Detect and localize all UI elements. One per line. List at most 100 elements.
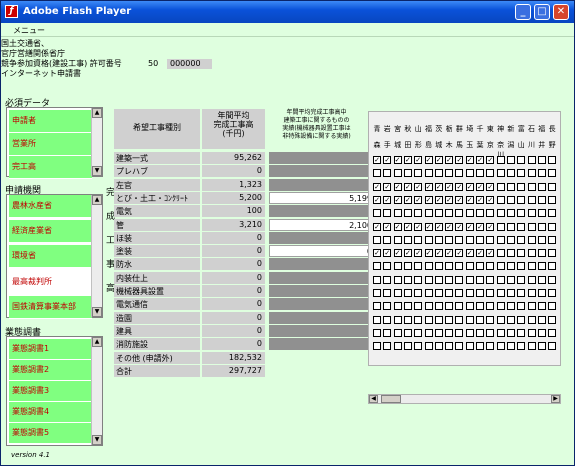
prefecture-checkbox[interactable] bbox=[455, 235, 464, 244]
prefecture-checkbox[interactable] bbox=[373, 342, 381, 351]
prefecture-checkbox[interactable] bbox=[424, 209, 433, 218]
prefecture-checkbox[interactable]: ✓ bbox=[486, 156, 495, 164]
prefecture-checkbox[interactable] bbox=[403, 302, 412, 311]
prefecture-checkbox[interactable] bbox=[424, 262, 433, 271]
prefecture-checkbox[interactable] bbox=[496, 169, 505, 178]
scroll-right-icon[interactable]: ▶ bbox=[551, 395, 560, 403]
prefecture-checkbox[interactable] bbox=[496, 262, 505, 271]
prefecture-checkbox[interactable] bbox=[517, 262, 526, 271]
prefecture-checkbox[interactable] bbox=[517, 195, 526, 204]
prefecture-checkbox[interactable] bbox=[383, 275, 392, 284]
prefecture-checkbox[interactable] bbox=[506, 156, 515, 164]
prefecture-checkbox[interactable] bbox=[424, 342, 433, 351]
prefecture-checkbox[interactable]: ✓ bbox=[434, 222, 443, 231]
prefecture-checkbox[interactable] bbox=[506, 182, 515, 191]
prefecture-checkbox[interactable]: ✓ bbox=[383, 195, 392, 204]
prefecture-checkbox[interactable] bbox=[527, 275, 536, 284]
prefecture-checkbox[interactable] bbox=[486, 315, 495, 324]
survey-item[interactable]: 業態調書2 bbox=[9, 360, 92, 381]
prefecture-checkbox[interactable] bbox=[465, 289, 474, 297]
prefecture-checkbox[interactable] bbox=[527, 195, 536, 204]
prefecture-checkbox[interactable] bbox=[393, 169, 402, 178]
prefecture-checkbox[interactable] bbox=[548, 302, 557, 311]
prefecture-checkbox[interactable]: ✓ bbox=[476, 182, 484, 191]
prefecture-checkbox[interactable] bbox=[527, 342, 536, 351]
prefecture-checkbox[interactable]: ✓ bbox=[383, 156, 392, 164]
prefecture-checkbox[interactable] bbox=[373, 235, 381, 244]
scroll-down-icon[interactable]: ▼ bbox=[92, 166, 102, 176]
prefecture-checkbox[interactable] bbox=[527, 289, 536, 297]
prefecture-checkbox[interactable] bbox=[393, 328, 402, 337]
prefecture-checkbox[interactable] bbox=[517, 315, 526, 324]
prefecture-checkbox[interactable] bbox=[434, 209, 443, 218]
prefecture-checkbox[interactable] bbox=[486, 262, 495, 271]
survey-item[interactable]: 業態調書3 bbox=[9, 381, 92, 402]
prefecture-checkbox[interactable] bbox=[506, 262, 515, 271]
prefecture-checkbox[interactable] bbox=[476, 275, 484, 284]
prefecture-checkbox[interactable] bbox=[506, 222, 515, 231]
prefecture-checkbox[interactable] bbox=[548, 195, 557, 204]
prefecture-checkbox[interactable] bbox=[455, 275, 464, 284]
prefecture-checkbox[interactable] bbox=[506, 249, 515, 258]
prefecture-checkbox[interactable] bbox=[548, 235, 557, 244]
prefecture-checkbox[interactable]: ✓ bbox=[383, 249, 392, 258]
prefecture-checkbox[interactable] bbox=[383, 328, 392, 337]
prefecture-checkbox[interactable] bbox=[455, 342, 464, 351]
prefecture-checkbox[interactable]: ✓ bbox=[445, 195, 454, 204]
prefecture-checkbox[interactable] bbox=[414, 209, 423, 218]
prefecture-checkbox[interactable] bbox=[465, 302, 474, 311]
prefecture-checkbox[interactable] bbox=[465, 262, 474, 271]
survey-item[interactable]: 業態調書4 bbox=[9, 402, 92, 423]
prefecture-checkbox[interactable] bbox=[486, 289, 495, 297]
prefecture-checkbox[interactable] bbox=[537, 222, 546, 231]
agency-item[interactable]: 国鉄清算事業本部 bbox=[9, 296, 92, 319]
prefecture-checkbox[interactable] bbox=[383, 235, 392, 244]
prefecture-checkbox[interactable] bbox=[517, 235, 526, 244]
prefecture-checkbox[interactable] bbox=[414, 328, 423, 337]
prefecture-checkbox[interactable] bbox=[548, 289, 557, 297]
prefecture-checkbox[interactable] bbox=[517, 342, 526, 351]
prefecture-checkbox[interactable] bbox=[506, 328, 515, 337]
prefecture-checkbox[interactable] bbox=[506, 209, 515, 218]
prefecture-checkbox[interactable] bbox=[424, 235, 433, 244]
prefecture-checkbox[interactable] bbox=[496, 156, 505, 164]
prefecture-checkbox[interactable] bbox=[537, 342, 546, 351]
prefecture-checkbox[interactable]: ✓ bbox=[455, 156, 464, 164]
prefecture-checkbox[interactable] bbox=[434, 169, 443, 178]
prefecture-checkbox[interactable] bbox=[476, 315, 484, 324]
prefecture-checkbox[interactable] bbox=[486, 235, 495, 244]
prefecture-checkbox[interactable] bbox=[486, 342, 495, 351]
prefecture-checkbox[interactable] bbox=[383, 262, 392, 271]
prefecture-checkbox[interactable] bbox=[434, 328, 443, 337]
required-item[interactable]: 完工高 bbox=[9, 156, 92, 179]
agency-item[interactable]: 最高裁判所 bbox=[9, 271, 92, 294]
prefecture-checkbox[interactable] bbox=[414, 275, 423, 284]
prefecture-checkbox[interactable]: ✓ bbox=[455, 182, 464, 191]
prefecture-checkbox[interactable]: ✓ bbox=[455, 222, 464, 231]
prefecture-checkbox[interactable] bbox=[506, 169, 515, 178]
prefecture-checkbox[interactable] bbox=[465, 315, 474, 324]
prefecture-checkbox[interactable] bbox=[414, 235, 423, 244]
prefecture-checkbox[interactable] bbox=[496, 302, 505, 311]
prefecture-checkbox[interactable] bbox=[373, 262, 381, 271]
prefecture-checkbox[interactable]: ✓ bbox=[383, 222, 392, 231]
prefecture-checkbox[interactable]: ✓ bbox=[414, 182, 423, 191]
prefecture-checkbox[interactable] bbox=[496, 222, 505, 231]
prefecture-checkbox[interactable]: ✓ bbox=[414, 249, 423, 258]
prefecture-checkbox[interactable] bbox=[548, 209, 557, 218]
prefecture-checkbox[interactable] bbox=[537, 289, 546, 297]
agency-item[interactable]: 環境省 bbox=[9, 245, 92, 268]
prefecture-checkbox[interactable] bbox=[496, 289, 505, 297]
prefecture-checkbox[interactable] bbox=[537, 328, 546, 337]
prefecture-checkbox[interactable] bbox=[527, 235, 536, 244]
prefecture-checkbox[interactable] bbox=[517, 275, 526, 284]
prefecture-checkbox[interactable] bbox=[465, 275, 474, 284]
prefecture-checkbox[interactable] bbox=[506, 315, 515, 324]
prefecture-checkbox[interactable] bbox=[548, 328, 557, 337]
prefecture-checkbox[interactable] bbox=[506, 235, 515, 244]
prefecture-checkbox[interactable] bbox=[548, 342, 557, 351]
prefecture-checkbox[interactable] bbox=[527, 315, 536, 324]
actual-value-field[interactable]: 5,199 bbox=[269, 191, 376, 204]
prefecture-checkbox[interactable] bbox=[496, 249, 505, 258]
prefecture-checkbox[interactable] bbox=[434, 262, 443, 271]
